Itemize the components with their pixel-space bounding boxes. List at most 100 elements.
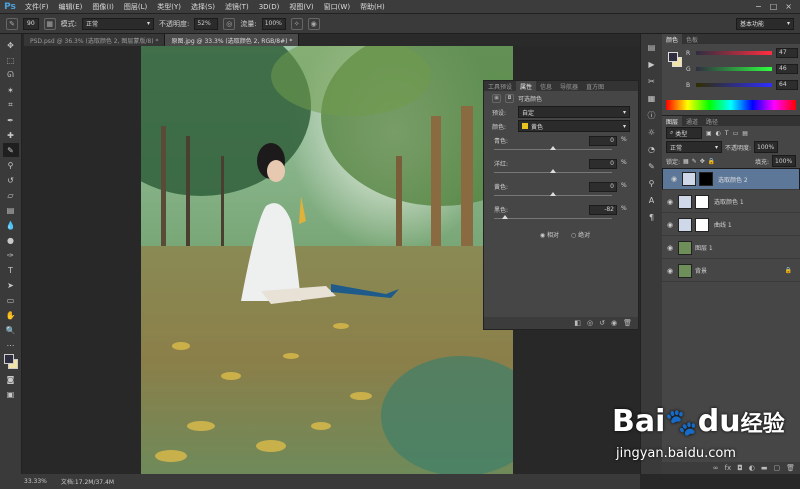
layer-filter-select[interactable]: ⌕ 类型 [666, 127, 702, 139]
opacity-input[interactable]: 52% [194, 17, 219, 30]
visibility-eye-icon[interactable]: ◉ [662, 221, 678, 229]
maximize-button[interactable]: □ [770, 2, 778, 11]
pen-tool-icon[interactable]: ✑ [3, 248, 19, 262]
hand-tool-icon[interactable]: ✋ [3, 308, 19, 322]
airbrush-icon[interactable]: ✧ [290, 17, 303, 30]
zoom-tool-icon[interactable]: 🔍 [3, 323, 19, 337]
filter-smart-icon[interactable]: ▤ [742, 130, 748, 137]
layer-row[interactable]: ◉ 图层 1 [662, 237, 800, 259]
visibility-eye-icon[interactable]: ◉ [662, 267, 678, 275]
lasso-tool-icon[interactable]: ᘏ [3, 68, 19, 82]
layer-row[interactable]: ◉ 曲线 1 [662, 214, 800, 236]
shape-tool-icon[interactable]: ▭ [3, 293, 19, 307]
pressure-size-icon[interactable]: ◉ [307, 17, 320, 30]
channel-slider[interactable] [696, 67, 772, 71]
slider-thumb[interactable] [550, 146, 556, 150]
menu-3d[interactable]: 3D(D) [254, 3, 285, 11]
zoom-level[interactable]: 33.33% [24, 478, 47, 485]
menu-help[interactable]: 帮助(H) [355, 2, 390, 12]
history-icon[interactable]: ▤ [644, 40, 660, 54]
tab-paths[interactable]: 路径 [702, 117, 722, 126]
layer-mask-thumbnail[interactable] [695, 194, 709, 209]
tab-psd[interactable]: PSD.psd @ 36.3% (选取颜色 2, 图层蒙版/8) * [24, 34, 166, 46]
tool-presets-icon[interactable]: ✂ [644, 74, 660, 88]
menu-view[interactable]: 视图(V) [284, 2, 318, 12]
eraser-tool-icon[interactable]: ▱ [3, 188, 19, 202]
layer-mask-thumbnail[interactable] [699, 172, 713, 186]
tab-histogram[interactable]: 直方图 [582, 82, 608, 91]
visibility-eye-icon[interactable]: ◉ [662, 198, 678, 206]
slider-value-input[interactable]: 0 [589, 159, 617, 169]
slider-thumb[interactable] [550, 169, 556, 173]
reset-icon[interactable]: ↺ [599, 319, 605, 327]
filter-pixel-icon[interactable]: ▣ [706, 130, 712, 137]
info-icon[interactable]: ⓘ [644, 108, 660, 122]
filter-shape-icon[interactable]: ▭ [733, 130, 739, 137]
slider-value-input[interactable]: 0 [589, 136, 617, 146]
color-spectrum-ramp[interactable] [666, 100, 796, 110]
tab-channels[interactable]: 通道 [682, 117, 702, 126]
tab-color[interactable]: 颜色 [662, 34, 683, 44]
tab-navigator[interactable]: 导航器 [556, 82, 582, 91]
clip-to-layer-icon[interactable]: ◧ [574, 319, 581, 327]
lock-transparency-icon[interactable]: ▦ [683, 158, 689, 165]
slider-thumb[interactable] [502, 215, 508, 219]
magic-wand-tool-icon[interactable]: ✶ [3, 83, 19, 97]
tab-properties[interactable]: 属性 [516, 81, 537, 91]
filter-type-icon[interactable]: T [725, 130, 729, 137]
preset-select[interactable]: 自定 ▾ [518, 106, 630, 118]
path-selection-tool-icon[interactable]: ➤ [3, 278, 19, 292]
navigator-icon[interactable]: ☼ [644, 125, 660, 139]
healing-brush-tool-icon[interactable]: ✚ [3, 128, 19, 142]
menu-window[interactable]: 窗口(W) [319, 2, 355, 12]
marquee-tool-icon[interactable]: ⬚ [3, 53, 19, 67]
document-info[interactable]: 文档:17.2M/37.4M [61, 477, 114, 486]
view-previous-icon[interactable]: ◎ [587, 319, 593, 327]
layer-opacity-input[interactable]: 100% [754, 141, 779, 153]
clone-stamp-tool-icon[interactable]: ⚲ [3, 158, 19, 172]
method-absolute-radio[interactable]: ○ 绝对 [571, 230, 590, 239]
brush-panel-icon[interactable]: ✎ [644, 159, 660, 173]
layer-row[interactable]: ◉ 背景 🔒 [662, 260, 800, 282]
brush-tool-preset-icon[interactable]: ✎ [6, 17, 18, 30]
slider-value-input[interactable]: -82 [589, 205, 617, 215]
channel-slider[interactable] [696, 83, 772, 87]
lock-image-icon[interactable]: ✎ [692, 158, 697, 165]
channel-value-input[interactable]: 46 [776, 64, 798, 74]
screen-mode-icon[interactable]: ▣ [3, 387, 19, 401]
lock-position-icon[interactable]: ✥ [700, 158, 705, 165]
adjustment-icon[interactable]: ▣ [492, 93, 501, 103]
channel-value-input[interactable]: 64 [776, 80, 798, 90]
more-tools-icon[interactable]: ⋯ [3, 338, 19, 352]
move-tool-icon[interactable]: ✥ [3, 38, 19, 52]
foreground-color-swatch[interactable] [3, 354, 14, 364]
channel-value-input[interactable]: 47 [776, 48, 798, 58]
layer-mask-thumbnail[interactable] [695, 217, 709, 232]
properties-icon[interactable]: ▦ [644, 91, 660, 105]
document-photo[interactable] [141, 46, 513, 474]
pressure-opacity-icon[interactable]: ◎ [223, 17, 236, 30]
menu-file[interactable]: 文件(F) [20, 2, 54, 12]
tab-info[interactable]: 信息 [536, 82, 556, 91]
brush-tool-icon[interactable]: ✎ [2, 143, 19, 157]
layer-row[interactable]: ◉ 选取颜色 1 [662, 191, 800, 213]
brush-size-picker[interactable]: 90 [23, 17, 39, 30]
quick-mask-icon[interactable]: ◙ [3, 372, 19, 386]
history-brush-tool-icon[interactable]: ↺ [3, 173, 19, 187]
lock-all-icon[interactable]: 🔒 [708, 158, 715, 165]
trash-icon[interactable]: 🗑 [623, 319, 632, 327]
fill-input[interactable]: 100% [772, 155, 796, 167]
layer-row[interactable]: ◉ 选取颜色 2 [662, 168, 800, 190]
tab-swatches[interactable]: 色板 [682, 35, 702, 44]
brush-panel-toggle-icon[interactable]: ▦ [43, 17, 56, 30]
eyedropper-tool-icon[interactable]: ✒ [3, 113, 19, 127]
actions-icon[interactable]: ▶ [644, 57, 660, 71]
color-foreground-swatch[interactable] [668, 52, 678, 62]
type-tool-icon[interactable]: T [3, 263, 19, 277]
menu-type[interactable]: 类型(Y) [152, 2, 186, 12]
gradient-tool-icon[interactable]: ▤ [3, 203, 19, 217]
dodge-tool-icon[interactable]: ● [3, 233, 19, 247]
filter-adjustment-icon[interactable]: ◐ [716, 130, 721, 137]
tab-tool-presets[interactable]: 工具预设 [484, 82, 516, 91]
histogram-icon[interactable]: ◔ [644, 142, 660, 156]
